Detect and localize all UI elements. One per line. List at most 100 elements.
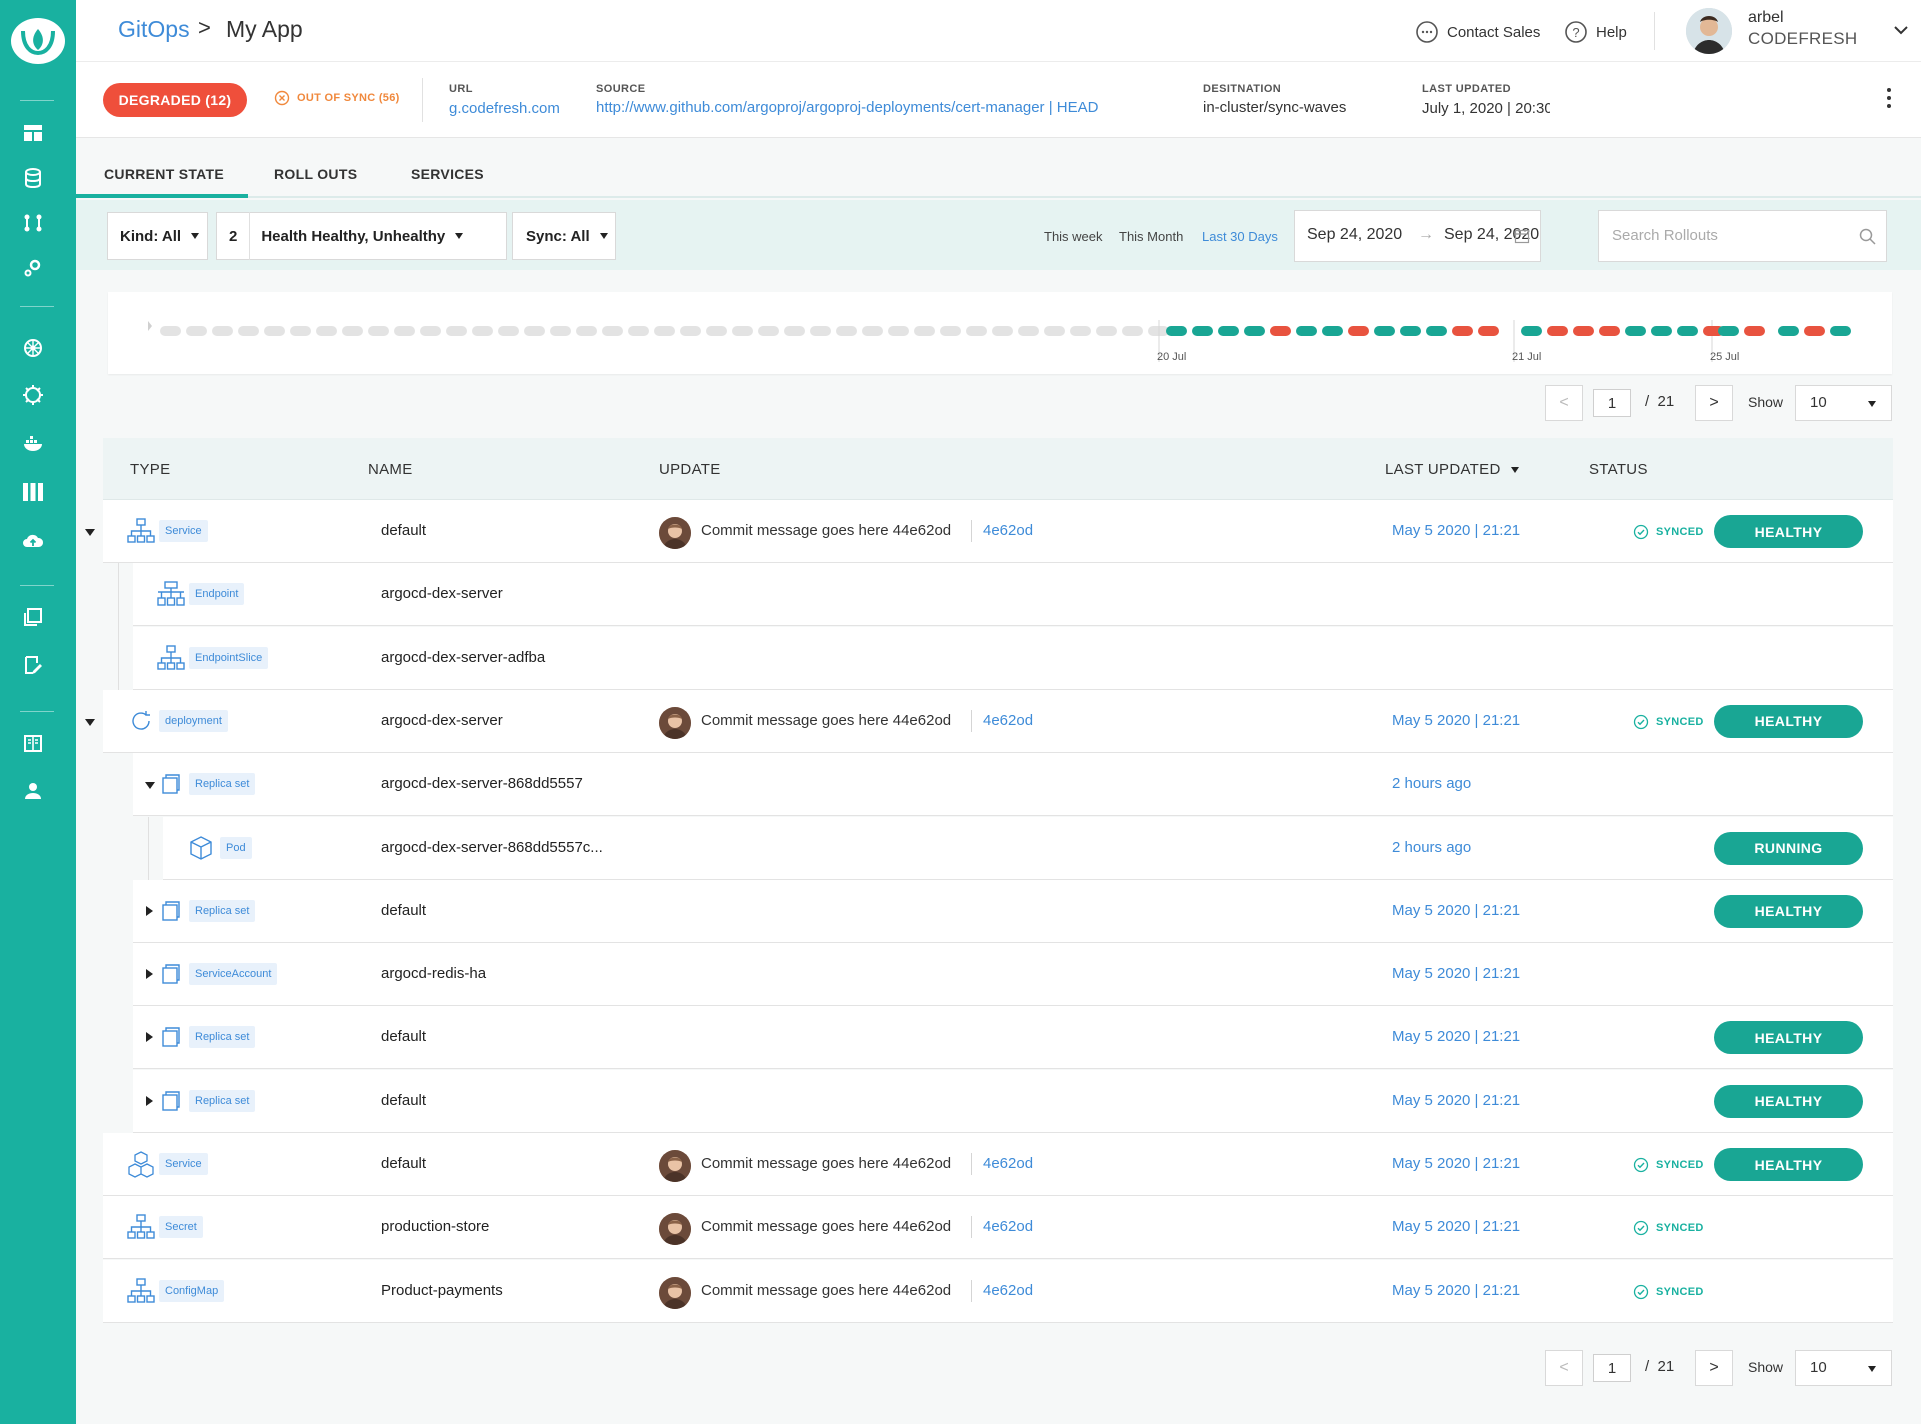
- last-updated-link[interactable]: May 5 2020 | 21:21: [1392, 522, 1520, 539]
- tab-roll-outs[interactable]: ROLL OUTS: [274, 166, 357, 182]
- timeline-bar-success[interactable]: [1400, 326, 1421, 336]
- timeline-bar-failure[interactable]: [1744, 326, 1765, 336]
- timeline-bar-inactive[interactable]: [238, 326, 259, 336]
- dashboard-icon[interactable]: [18, 118, 48, 148]
- timeline-bar-failure[interactable]: [1452, 326, 1473, 336]
- health-status-pill[interactable]: HEALTHY: [1714, 704, 1863, 738]
- timeline-bar-inactive[interactable]: [368, 326, 389, 336]
- table-row[interactable]: ServiceAccount argocd-redis-ha May 5 2020 …: [133, 943, 1893, 1007]
- timeline-bar-success[interactable]: [1830, 326, 1851, 336]
- table-row[interactable]: Replica set default May 5 2020 | 21:21 HEAL…: [133, 1006, 1893, 1070]
- timeline-bar-inactive[interactable]: [706, 326, 727, 336]
- timeline-bar-inactive[interactable]: [472, 326, 493, 336]
- timeline-bar-inactive[interactable]: [524, 326, 545, 336]
- user-icon[interactable]: [18, 776, 48, 806]
- resource-name[interactable]: default: [381, 522, 426, 539]
- resource-name[interactable]: default: [381, 1155, 426, 1172]
- timeline-bar-success[interactable]: [1296, 326, 1317, 336]
- timeline-bar-success[interactable]: [1426, 326, 1447, 336]
- header-name[interactable]: NAME: [368, 461, 413, 478]
- timeline-bar-inactive[interactable]: [212, 326, 233, 336]
- expand-toggle-icon[interactable]: [146, 969, 153, 980]
- table-row[interactable]: Service default Commit message goes here 4…: [103, 1133, 1893, 1196]
- next-page-button[interactable]: >: [1695, 1350, 1733, 1386]
- timeline-bar-inactive[interactable]: [654, 326, 675, 336]
- table-row[interactable]: Endpoint argocd-dex-server: [133, 563, 1893, 627]
- timeline-bar-success[interactable]: [1322, 326, 1343, 336]
- health-status-pill[interactable]: HEALTHY: [1714, 1148, 1863, 1181]
- timeline-bar-inactive[interactable]: [758, 326, 779, 336]
- header-type[interactable]: TYPE: [130, 461, 170, 478]
- kubernetes-icon[interactable]: [18, 333, 48, 363]
- commit-sha-link[interactable]: 4e62od: [983, 1155, 1033, 1172]
- timeline-bar-inactive[interactable]: [576, 326, 597, 336]
- timeline-bar-inactive[interactable]: [1070, 326, 1091, 336]
- timeline-bar-inactive[interactable]: [732, 326, 753, 336]
- timeline-bar-inactive[interactable]: [446, 326, 467, 336]
- timeline-bar-inactive[interactable]: [394, 326, 415, 336]
- edit-icon[interactable]: [18, 650, 48, 680]
- timeline-bar-failure[interactable]: [1804, 326, 1825, 336]
- resource-name[interactable]: Product-payments: [381, 1282, 503, 1299]
- resource-name[interactable]: default: [381, 1028, 426, 1045]
- timeline-bar-inactive[interactable]: [784, 326, 805, 336]
- timeline-bar-success[interactable]: [1625, 326, 1646, 336]
- page-input[interactable]: 1: [1593, 389, 1631, 417]
- health-status-pill[interactable]: RUNNING: [1714, 831, 1863, 865]
- collapse-toggle-icon[interactable]: [145, 782, 155, 790]
- commit-sha-link[interactable]: 4e62od: [983, 522, 1033, 539]
- timeline-bar-failure[interactable]: [1348, 326, 1369, 336]
- commit-sha-link[interactable]: 4e62od: [983, 712, 1033, 729]
- timeline-bar-inactive[interactable]: [680, 326, 701, 336]
- breadcrumb-gitops[interactable]: GitOps: [118, 16, 190, 43]
- tab-services[interactable]: SERVICES: [411, 166, 484, 182]
- last-updated-link[interactable]: May 5 2020 | 21:21: [1392, 1282, 1520, 1299]
- table-row[interactable]: Replica set default May 5 2020 | 21:21 HEAL…: [133, 1069, 1893, 1133]
- timeline-bar-success[interactable]: [1218, 326, 1239, 336]
- table-row[interactable]: deployment argocd-dex-server Commit messag…: [85, 689, 1893, 753]
- commit-sha-link[interactable]: 4e62od: [983, 1282, 1033, 1299]
- prev-page-button[interactable]: <: [1545, 1350, 1583, 1386]
- chevron-down-icon[interactable]: [1893, 24, 1909, 36]
- timeline-bar-inactive[interactable]: [914, 326, 935, 336]
- sync-filter[interactable]: Sync: All: [512, 212, 616, 260]
- timeline-bar-success[interactable]: [1778, 326, 1799, 336]
- table-row[interactable]: Replica set argocd-dex-server-868dd5557 2 …: [133, 753, 1893, 817]
- timeline-bar-inactive[interactable]: [290, 326, 311, 336]
- resource-name[interactable]: argocd-dex-server-adfba: [381, 649, 545, 666]
- table-row[interactable]: Secret production-store Commit message goe…: [103, 1196, 1893, 1260]
- timeline-bar-failure[interactable]: [1547, 326, 1568, 336]
- last-updated-link[interactable]: May 5 2020 | 21:21: [1392, 965, 1520, 982]
- last-updated-link[interactable]: May 5 2020 | 21:21: [1392, 1092, 1520, 1109]
- timeline-bar-inactive[interactable]: [342, 326, 363, 336]
- health-status-pill[interactable]: HEALTHY: [1714, 1084, 1863, 1118]
- url-link[interactable]: g.codefresh.com: [449, 100, 560, 117]
- timeline-bar-inactive[interactable]: [1018, 326, 1039, 336]
- timeline-bar-failure[interactable]: [1478, 326, 1499, 336]
- timeline-bar-inactive[interactable]: [160, 326, 181, 336]
- last-updated-link[interactable]: 2 hours ago: [1392, 775, 1471, 792]
- expand-toggle-icon[interactable]: [146, 1095, 153, 1106]
- resource-name[interactable]: default: [381, 1092, 426, 1109]
- timeline-bar-inactive[interactable]: [1044, 326, 1065, 336]
- timeline-bar-inactive[interactable]: [940, 326, 961, 336]
- timeline-bar-success[interactable]: [1651, 326, 1672, 336]
- range-last-30-days[interactable]: Last 30 Days: [1202, 229, 1278, 244]
- timeline-bar-success[interactable]: [1244, 326, 1265, 336]
- expand-toggle-icon[interactable]: [146, 1032, 153, 1043]
- resource-name[interactable]: argocd-redis-ha: [381, 965, 486, 982]
- health-status-pill[interactable]: HEALTHY: [1714, 515, 1863, 548]
- timeline-bar-inactive[interactable]: [966, 326, 987, 336]
- last-updated-link[interactable]: May 5 2020 | 21:21: [1392, 712, 1520, 729]
- settings-icon[interactable]: [18, 253, 48, 283]
- more-menu-icon[interactable]: [1887, 88, 1893, 108]
- docker-icon[interactable]: [18, 428, 48, 458]
- timeline-bar-success[interactable]: [1521, 326, 1542, 336]
- timeline-bar-inactive[interactable]: [888, 326, 909, 336]
- tab-current-state[interactable]: CURRENT STATE: [104, 166, 224, 182]
- timeline-bar-inactive[interactable]: [264, 326, 285, 336]
- page-size-select[interactable]: 10: [1795, 385, 1892, 421]
- timeline-bar-inactive[interactable]: [420, 326, 441, 336]
- last-updated-link[interactable]: May 5 2020 | 21:21: [1392, 902, 1520, 919]
- timeline-bar-inactive[interactable]: [186, 326, 207, 336]
